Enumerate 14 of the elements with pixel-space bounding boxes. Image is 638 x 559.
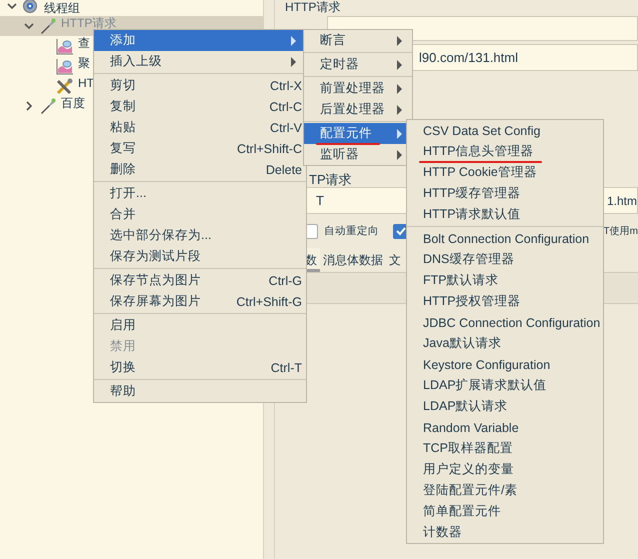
panel-title: HTTP请求 bbox=[285, 0, 342, 14]
group-title: TP请求 bbox=[309, 171, 352, 187]
path-text: 1.htm bbox=[606, 194, 637, 208]
option-label: T使用m bbox=[604, 225, 638, 238]
shortcut-label: Ctrl-V bbox=[270, 120, 302, 134]
shortcut-label: Ctrl+Shift-C bbox=[237, 142, 302, 156]
shortcut-label: Ctrl-X bbox=[270, 78, 302, 92]
shortcut-label: Ctrl-C bbox=[269, 100, 302, 114]
checkbox-label: 自动重定向 bbox=[324, 224, 379, 238]
shortcut-label: Ctrl-T bbox=[270, 360, 302, 374]
shortcut-label: Delete bbox=[266, 162, 302, 176]
shortcut-label: Ctrl+Shift-G bbox=[236, 294, 302, 308]
method-text: T bbox=[316, 193, 324, 208]
shortcut-label: Ctrl-G bbox=[268, 274, 302, 288]
